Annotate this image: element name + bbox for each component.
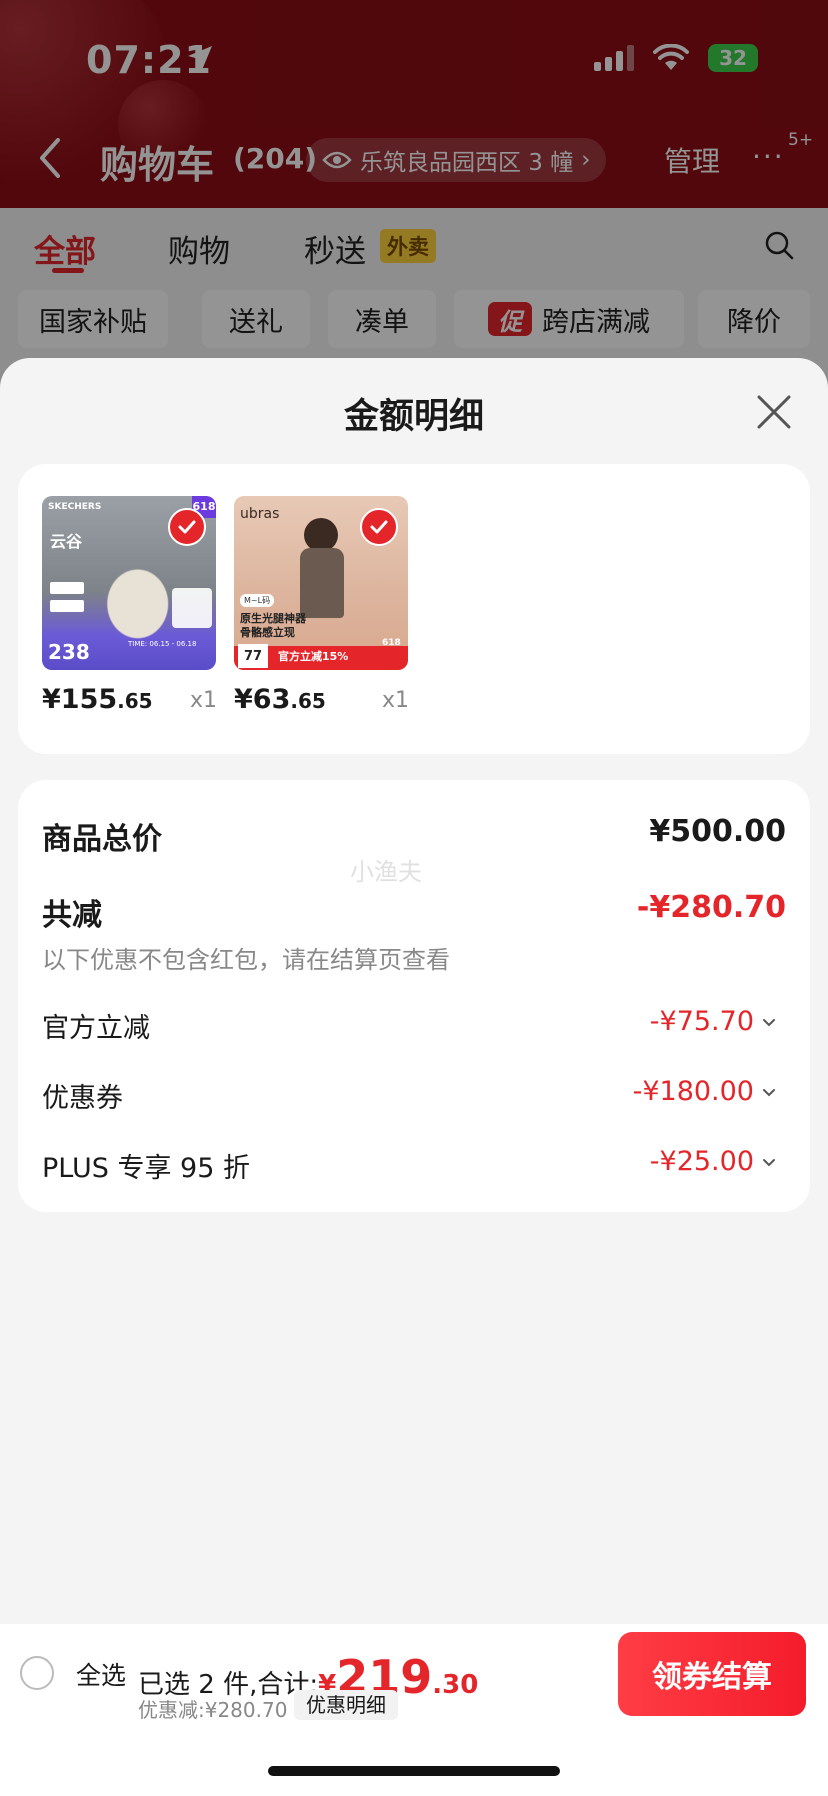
reduce-value: -¥280.70 xyxy=(636,890,786,925)
tag-618: 618 xyxy=(382,638,401,648)
discount-value-plus: -¥25.00 xyxy=(649,1146,754,1177)
promo-time: TIME: 06.15 - 06.18 xyxy=(128,640,197,648)
total-decimal: .30 xyxy=(432,1670,479,1700)
select-all-label[interactable]: 全选 xyxy=(76,1656,126,1692)
product-qty: x1 xyxy=(190,688,218,713)
product-brand: ubras xyxy=(240,506,280,522)
coupon-tag xyxy=(50,600,84,612)
total-label: 商品总价 xyxy=(42,822,162,857)
model-body xyxy=(300,548,344,618)
product-price: ¥155.65 xyxy=(42,684,153,715)
promo-price: 238 xyxy=(48,640,90,664)
discount-label-official: 官方立减 xyxy=(42,1013,150,1044)
chevron-down-icon[interactable] xyxy=(762,1088,776,1098)
chevron-down-icon[interactable] xyxy=(762,1018,776,1028)
size-tag: M~L码 xyxy=(240,594,275,607)
coupon-tag xyxy=(50,582,84,594)
model-head xyxy=(304,518,338,552)
home-indicator xyxy=(268,1766,560,1776)
product-qty: x1 xyxy=(382,688,410,713)
product-slogan: 骨骼感立现 xyxy=(240,626,295,639)
price-card xyxy=(172,588,212,628)
select-all-radio[interactable] xyxy=(20,1656,54,1690)
promo-price: 77 xyxy=(238,644,268,668)
discount-summary: 优惠减:¥280.70 xyxy=(138,1698,288,1722)
watermark: 小渔夫 xyxy=(350,858,422,886)
selected-check-icon[interactable] xyxy=(360,508,398,546)
chevron-down-icon[interactable] xyxy=(762,1158,776,1168)
product-price: ¥63.65 xyxy=(234,684,326,715)
discount-value-coupon: -¥180.00 xyxy=(632,1076,754,1107)
discount-label-plus: PLUS 专享 95 折 xyxy=(42,1153,250,1184)
reduce-label: 共减 xyxy=(42,898,102,933)
total-value: ¥500.00 xyxy=(649,814,786,849)
close-icon[interactable] xyxy=(756,394,792,430)
reduce-note: 以下优惠不包含红包，请在结算页查看 xyxy=(42,946,450,974)
discount-label-coupon: 优惠券 xyxy=(42,1083,123,1114)
product-series: 云谷 xyxy=(50,532,83,551)
promo-text: 官方立减15% xyxy=(278,650,349,663)
sheet-title: 金额明细 xyxy=(343,397,484,437)
discount-detail-button[interactable]: 优惠明细 xyxy=(294,1690,398,1720)
checkout-button[interactable]: 领券结算 xyxy=(618,1632,806,1716)
product-brand: SKECHERS xyxy=(48,502,102,512)
discount-value-official: -¥75.70 xyxy=(649,1006,754,1037)
selected-check-icon[interactable] xyxy=(168,508,206,546)
